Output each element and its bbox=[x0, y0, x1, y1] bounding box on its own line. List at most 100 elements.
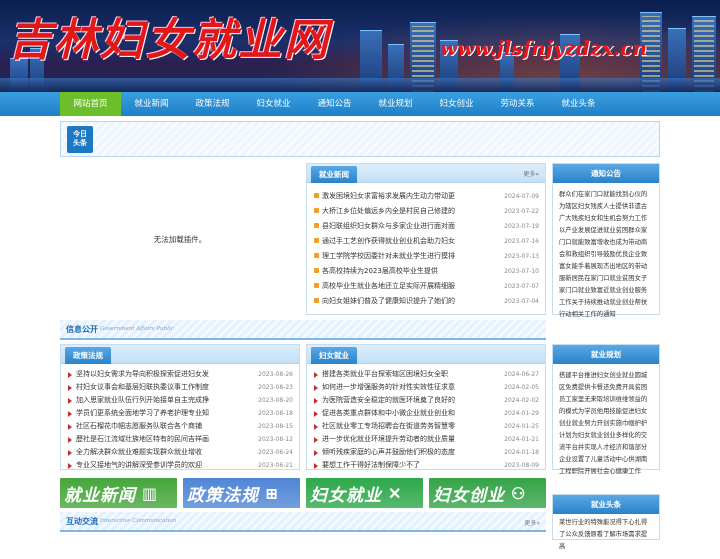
news-item-title[interactable]: 向妇女姐妹们普及了健康知识提升了她们的 bbox=[322, 294, 462, 309]
policy-item-title[interactable]: 歷社是石江流域壮族地区特有的民间吉祥画 bbox=[76, 433, 216, 446]
bullet-icon bbox=[314, 462, 318, 469]
bullet-icon bbox=[314, 423, 318, 430]
today-headlines-badge[interactable]: 今日 头条 bbox=[67, 126, 93, 153]
news-item-title[interactable]: 大桥江乡位处偏远乡内全是村民自己修建的 bbox=[322, 204, 462, 219]
policy-item-title[interactable]: 专业又接地气的讲解深受参训学员的欢迎 bbox=[76, 459, 216, 472]
policy-list-item[interactable]: 专业又接地气的讲解深受参训学员的欢迎 2023-06-21 bbox=[67, 459, 293, 472]
policy-item-date: 2023-08-20 bbox=[258, 397, 293, 404]
women-item-title[interactable]: 社区就业零工专场招聘会在街道劳务智慧零 bbox=[322, 420, 462, 433]
grid-icon: ⊞ bbox=[265, 483, 280, 503]
bullet-icon bbox=[68, 371, 72, 378]
policy-item-date: 2023-08-26 bbox=[258, 371, 293, 378]
nav-item-0[interactable]: 网站首页 bbox=[60, 92, 121, 116]
policy-list-item[interactable]: 加入思家就业队伍行列开始接单自主完成挣 2023-08-20 bbox=[67, 394, 293, 407]
news-item-title[interactable]: 高校毕业生就业各地还立足实际开展精细服 bbox=[322, 279, 462, 294]
women-panel-title[interactable]: 妇女就业 bbox=[311, 347, 357, 364]
women-list-item[interactable]: 为医院营造安全稳定的就医环境奠了良好的 2024-02-02 bbox=[313, 394, 539, 407]
policy-item-title[interactable]: 社区石榴花巾帼志愿服务队联合各个商铺 bbox=[76, 420, 216, 433]
news-item-title[interactable]: 激发困境妇女求富裕求发展内生动力带动更 bbox=[322, 189, 462, 204]
women-list-item[interactable]: 进一步优化就业环境提升劳动者的就业质量 2024-01-21 bbox=[313, 433, 539, 446]
banner-button-0[interactable]: 就业新闻 ▥ bbox=[60, 478, 177, 508]
policy-item-date: 2023-08-18 bbox=[258, 410, 293, 417]
news-item-date: 2023-07-19 bbox=[504, 223, 539, 230]
news-item-title[interactable]: 通过手工艺创作获得就业创业机会助力妇女 bbox=[322, 234, 462, 249]
news-item-title[interactable]: 各高校持续为2023届高校毕业生提供 bbox=[322, 264, 462, 279]
news-item-title[interactable]: 理工学院学校因委针对未就业学生进行摸排 bbox=[322, 249, 462, 264]
policy-item-title[interactable]: 加入思家就业队伍行列开始接单自主完成挣 bbox=[76, 394, 216, 407]
policy-list-item[interactable]: 全力解决群众就业难题实现群众就业增收 2023-06-24 bbox=[67, 446, 293, 459]
women-item-title[interactable]: 要想工作干得好法制保障少不了 bbox=[322, 459, 462, 472]
policy-item-title[interactable]: 全力解决群众就业难题实现群众就业增收 bbox=[76, 446, 216, 459]
news-panel-title[interactable]: 就业新闻 bbox=[311, 166, 357, 183]
news-list-item[interactable]: 各高校持续为2023届高校毕业生提供 2023-07-10 bbox=[313, 264, 539, 279]
policy-item-title[interactable]: 学员们更系统全面地学习了养老护理专业知 bbox=[76, 407, 216, 420]
women-item-date: 2024-01-25 bbox=[504, 423, 539, 430]
bullet-icon bbox=[314, 298, 319, 303]
women-list-item[interactable]: 如何进一步增强服务的针对性实效性征求意 2024-02-05 bbox=[313, 381, 539, 394]
banner-button-label: 妇女就业 bbox=[310, 485, 382, 506]
nav-item-3[interactable]: 妇女就业 bbox=[243, 92, 304, 116]
women-list-item[interactable]: 社区就业零工专场招聘会在街道劳务智慧零 2024-01-25 bbox=[313, 420, 539, 433]
banner-button-label: 就业新闻 bbox=[64, 485, 136, 506]
women-item-title[interactable]: 为医院营造安全稳定的就医环境奠了良好的 bbox=[322, 394, 462, 407]
bullet-icon bbox=[314, 268, 319, 273]
news-item-date: 2023-07-13 bbox=[504, 253, 539, 260]
news-list-item[interactable]: 理工学院学校因委针对未就业学生进行摸排 2023-07-13 bbox=[313, 249, 539, 264]
policy-list-item[interactable]: 社区石榴花巾帼志愿服务队联合各个商铺 2023-08-15 bbox=[67, 420, 293, 433]
policy-item-title[interactable]: 坚持以妇女需求为导向积极探索促进妇女发 bbox=[76, 368, 216, 381]
women-item-title[interactable]: 搭建各类就业平台探索辖区困境妇女全职 bbox=[322, 368, 462, 381]
women-item-title[interactable]: 如何进一步增强服务的针对性实效性征求意 bbox=[322, 381, 462, 394]
women-list-item[interactable]: 倾听残疾家庭的心声并鼓励他们积极的态度 2024-01-18 bbox=[313, 446, 539, 459]
women-item-title[interactable]: 进一步优化就业环境提升劳动者的就业质量 bbox=[322, 433, 462, 446]
women-item-title[interactable]: 倾听残疾家庭的心声并鼓励他们积极的态度 bbox=[322, 446, 462, 459]
banner-button-1[interactable]: 政策法规 ⊞ bbox=[183, 478, 300, 508]
bullet-icon bbox=[314, 397, 318, 404]
news-panel: 就业新闻 更多» 激发困境妇女求富裕求发展内生动力带动更 2024-07-09 大桥… bbox=[306, 163, 546, 315]
news-item-date: 2023-07-22 bbox=[504, 208, 539, 215]
nav-item-5[interactable]: 就业规划 bbox=[365, 92, 426, 116]
news-list-item[interactable]: 激发困境妇女求富裕求发展内生动力带动更 2024-07-09 bbox=[313, 189, 539, 204]
chart-icon: ▥ bbox=[142, 483, 159, 503]
women-item-title[interactable]: 促进各类重点群体和中小微企业就业创业和 bbox=[322, 407, 462, 420]
nav-item-8[interactable]: 就业头条 bbox=[548, 92, 609, 116]
bullet-icon bbox=[314, 253, 319, 258]
bullet-icon bbox=[68, 449, 72, 456]
plan-text: 搭建平台推进妇女创业就业圆城区免费提供卡餐还免费开具贫困员工家里无来取培训维维领… bbox=[559, 372, 648, 475]
plan-panel-title[interactable]: 就业规划 bbox=[553, 345, 659, 364]
policy-item-title[interactable]: 村妇女议事会和基层妇联执委议事工作制度 bbox=[76, 381, 216, 394]
nav-item-1[interactable]: 就业新闻 bbox=[121, 92, 182, 116]
news-more-link[interactable]: 更多» bbox=[523, 169, 539, 178]
policy-item-date: 2023-08-15 bbox=[258, 423, 293, 430]
nav-item-6[interactable]: 妇女创业 bbox=[426, 92, 487, 116]
women-item-date: 2024-06-27 bbox=[504, 371, 539, 378]
women-list-item[interactable]: 促进各类重点群体和中小微企业就业创业和 2024-01-29 bbox=[313, 407, 539, 420]
nav-item-2[interactable]: 政策法规 bbox=[182, 92, 243, 116]
site-banner: 吉林妇女就业网 www.jlsfnjyzdzx.cn bbox=[0, 0, 720, 92]
news-item-title[interactable]: 县妇联组织妇女群众与多家企业进行面对面 bbox=[322, 219, 462, 234]
women-item-date: 2024-02-02 bbox=[504, 397, 539, 404]
news-list-item[interactable]: 县妇联组织妇女群众与多家企业进行面对面 2023-07-19 bbox=[313, 219, 539, 234]
banner-button-3[interactable]: 妇女创业 ⚇ bbox=[429, 478, 546, 508]
interact-more-link[interactable]: 更多» bbox=[524, 518, 540, 527]
policy-list-item[interactable]: 坚持以妇女需求为导向积极探索促进妇女发 2023-08-26 bbox=[67, 368, 293, 381]
women-list-item[interactable]: 搭建各类就业平台探索辖区困境妇女全职 2024-06-27 bbox=[313, 368, 539, 381]
policy-panel-title[interactable]: 政策法规 bbox=[65, 347, 111, 364]
policy-list-item[interactable]: 歷社是石江流域壮族地区特有的民间吉祥画 2023-08-12 bbox=[67, 433, 293, 446]
news-item-date: 2024-07-09 bbox=[504, 193, 539, 200]
news-item-date: 2023-07-04 bbox=[504, 298, 539, 305]
bullet-icon bbox=[68, 384, 72, 391]
headline-panel-title[interactable]: 就业头条 bbox=[553, 495, 659, 514]
policy-list-item[interactable]: 学员们更系统全面地学习了养老护理专业知 2023-08-18 bbox=[67, 407, 293, 420]
banner-button-label: 妇女创业 bbox=[433, 485, 505, 506]
headline-text: 莱世行业的特殊能况得下心扎得了公众反馈原看了解市场需求提高 bbox=[559, 519, 648, 550]
notice-panel-title[interactable]: 通知公告 bbox=[553, 164, 659, 183]
news-list-item[interactable]: 高校毕业生就业各地还立足实际开展精细服 2023-07-07 bbox=[313, 279, 539, 294]
nav-item-4[interactable]: 通知公告 bbox=[304, 92, 365, 116]
policy-list-item[interactable]: 村妇女议事会和基层妇联执委议事工作制度 2023-08-23 bbox=[67, 381, 293, 394]
news-list-item[interactable]: 大桥江乡位处偏远乡内全是村民自己修建的 2023-07-22 bbox=[313, 204, 539, 219]
news-list-item[interactable]: 向妇女姐妹们普及了健康知识提升了她们的 2023-07-04 bbox=[313, 294, 539, 309]
banner-button-2[interactable]: 妇女就业 ✕ bbox=[306, 478, 423, 508]
nav-item-7[interactable]: 劳动关系 bbox=[487, 92, 548, 116]
news-list-item[interactable]: 通过手工艺创作获得就业创业机会助力妇女 2023-07-16 bbox=[313, 234, 539, 249]
women-list-item[interactable]: 要想工作干得好法制保障少不了 2023-08-09 bbox=[313, 459, 539, 472]
